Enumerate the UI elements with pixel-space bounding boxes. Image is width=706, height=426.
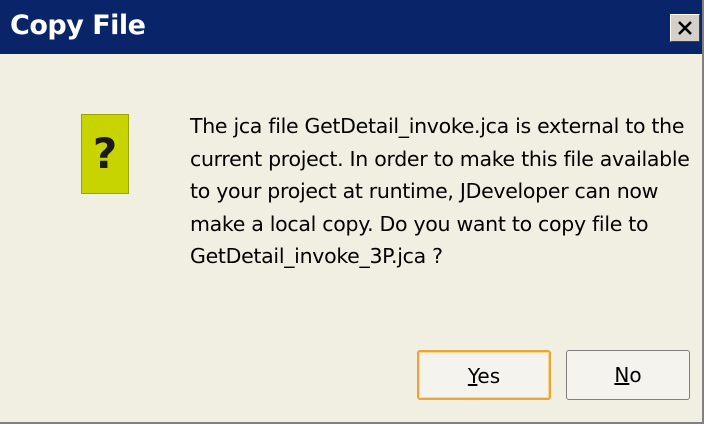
close-icon (678, 21, 692, 35)
dialog-title: Copy File (10, 10, 146, 41)
copy-file-dialog: Copy File ? The jca file GetDetail_invok… (0, 0, 704, 424)
question-glyph: ? (92, 129, 118, 178)
yes-label-rest: es (477, 364, 501, 388)
message-line-3: to your project at runtime, JDeveloper c… (190, 179, 659, 203)
no-button[interactable]: No (566, 350, 690, 400)
message-line-1: The jca file GetDetail_invoke.jca is ext… (190, 114, 685, 138)
question-icon: ? (81, 114, 129, 194)
yes-button[interactable]: Yes (417, 350, 551, 400)
message-line-2: current project. In order to make this f… (190, 146, 690, 171)
no-label-rest: o (629, 363, 642, 387)
no-mnemonic: N (614, 363, 630, 387)
message-line-4: make a local copy. Do you want to copy f… (190, 211, 649, 236)
title-bar[interactable]: Copy File (0, 0, 702, 54)
close-button[interactable] (670, 14, 700, 42)
dialog-message: The jca file GetDetail_invoke.jca is ext… (190, 110, 690, 273)
message-line-5: GetDetail_invoke_3P.jca ? (190, 244, 443, 268)
yes-mnemonic: Y (467, 364, 478, 388)
